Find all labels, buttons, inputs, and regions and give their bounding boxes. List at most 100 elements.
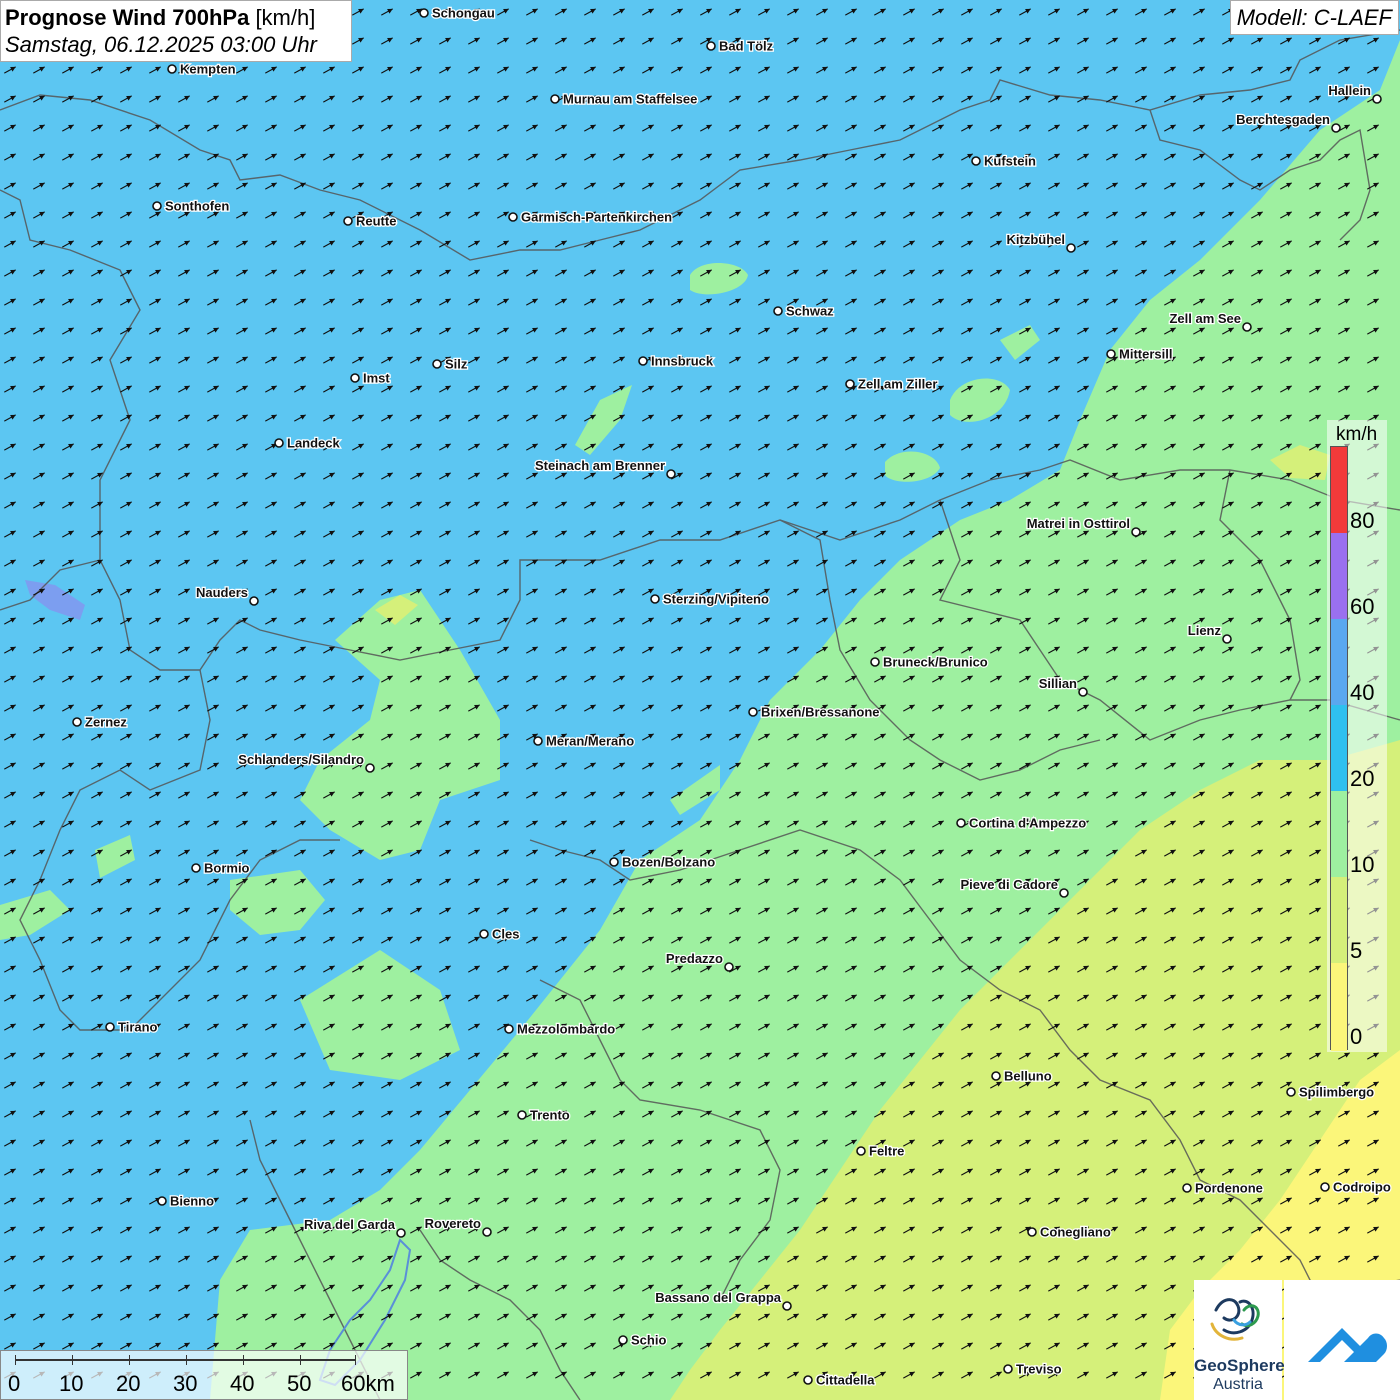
scale-tick [15,1355,16,1365]
scale-label: 0 [8,1371,21,1396]
city-dot [72,717,82,727]
scale-tick [72,1355,73,1365]
legend-color-bar [1330,446,1348,1051]
city-label: Riva del Garda [304,1217,396,1232]
city-label: Tirano [118,1020,158,1035]
city-dot [991,1071,1001,1081]
city-dot [249,596,259,606]
city-marker[interactable]: Bruneck/Brunico [870,653,989,671]
scale-label: 20 [116,1371,141,1396]
city-dot [350,373,360,383]
city-dot [365,763,375,773]
city-label: Schio [631,1333,666,1348]
city-label: Bad Tölz [719,39,774,54]
title-panel: Prognose Wind 700hPa [km/h] Samstag, 06.… [0,0,352,62]
city-marker[interactable]: Pordenone [1182,1179,1264,1197]
city-dot [706,41,716,51]
legend-label-40: 40 [1350,680,1375,705]
city-dot [971,156,981,166]
legend-seg-60 [1331,533,1347,619]
city-label: Zell am See [1169,311,1241,326]
city-label: Schongau [432,6,495,21]
city-marker[interactable]: Innsbruck [638,352,715,370]
wind-map[interactable]: Schongau Bad Tölz Kempten Murnau am Staffel… [0,0,1400,1400]
city-label: Hallein [1328,83,1371,98]
legend-seg-40 [1331,619,1347,705]
city-label: Schlanders/Silandro [238,752,364,767]
city-marker[interactable]: Cortina d'Ampezzo [956,814,1088,832]
city-dot [157,1196,167,1206]
city-label: Zell am Ziller [858,377,937,392]
city-dot [1286,1087,1296,1097]
city-dot [152,201,162,211]
city-label: Pordenone [1195,1181,1263,1196]
city-marker[interactable]: Brixen/Bressanone [748,703,881,721]
city-marker[interactable]: Schongau [419,4,496,22]
city-label: Murnau am Staffelsee [563,92,697,107]
scale-bar: 0 10 20 30 40 50 60km [0,1350,408,1400]
scale-label: 60km [341,1371,395,1396]
scale-tick [186,1355,187,1365]
city-marker[interactable]: Bozen/Bolzano [609,853,716,871]
city-marker[interactable]: Sonthofen [152,197,231,215]
legend-label-10: 10 [1350,852,1375,877]
scale-tick [355,1355,356,1365]
scale-label: 50 [287,1371,312,1396]
city-label: Reutte [356,214,396,229]
city-dot [1182,1183,1192,1193]
city-marker[interactable]: Meran/Merano [533,732,635,750]
city-marker[interactable]: Garmisch-Partenkirchen [508,208,673,226]
weather-app-logo[interactable] [1284,1280,1400,1400]
city-marker[interactable]: Spilimbergo [1286,1083,1375,1101]
city-dot [508,212,518,222]
city-dot [1059,888,1069,898]
city-dot [1242,322,1252,332]
city-dot [533,736,543,746]
model-label: Modell: C-LAEF [1229,0,1399,35]
city-label: Belluno [1004,1069,1052,1084]
city-dot [773,306,783,316]
map-title-main: Prognose Wind 700hPa [5,5,250,30]
city-label: Cittadella [816,1373,875,1388]
city-dot [482,1227,492,1237]
city-label: Mittersill [1119,347,1172,362]
city-dot [550,94,560,104]
city-dot [609,857,619,867]
city-marker[interactable]: Murnau am Staffelsee [550,90,699,108]
city-label: Silz [445,357,468,372]
city-label: Brixen/Bressanone [761,705,880,720]
city-label: Schwaz [786,304,834,319]
city-label: Bozen/Bolzano [622,855,715,870]
city-dot [1003,1364,1013,1374]
city-label: Sonthofen [165,199,229,214]
city-label: Predazzo [666,951,723,966]
scale-label: 40 [230,1371,255,1396]
city-dot [167,64,177,74]
city-label: Treviso [1016,1362,1062,1377]
city-marker[interactable]: Zell am Ziller [845,375,939,393]
logo-name-line2: Austria [1213,1376,1263,1393]
city-label: Steinach am Brenner [535,458,665,473]
city-dot [803,1375,813,1385]
city-label: Cortina d'Ampezzo [969,816,1086,831]
city-label: Sillian [1039,676,1077,691]
legend-label-0: 0 [1350,1024,1363,1049]
city-dot [479,929,489,939]
city-dot [1106,349,1116,359]
city-label: Kufstein [984,154,1036,169]
city-label: Garmisch-Partenkirchen [521,210,672,225]
city-dot [1066,243,1076,253]
city-label: Kempten [180,62,236,77]
geosphere-logo[interactable]: GeoSphere Austria [1194,1280,1285,1400]
city-label: Mezzolombardo [517,1022,615,1037]
city-dot [748,707,758,717]
city-label: Sterzing/Vipiteno [663,592,769,607]
city-label: Zernez [85,715,127,730]
city-marker[interactable]: Mezzolombardo [504,1020,617,1038]
city-dot [1331,123,1341,133]
city-marker[interactable]: Sterzing/Vipiteno [650,590,770,608]
city-marker[interactable]: Conegliano [1027,1223,1112,1241]
geosphere-swirl-icon [1210,1298,1260,1341]
scale-line [15,1359,355,1361]
city-dot [105,1022,115,1032]
